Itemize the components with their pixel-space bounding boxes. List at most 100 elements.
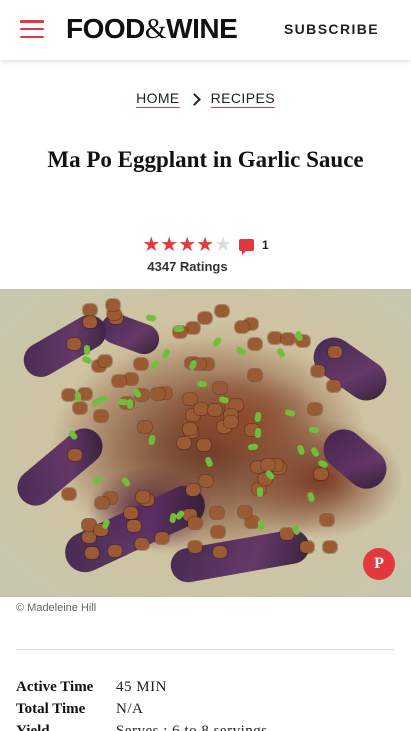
eggplant-piece	[17, 308, 113, 384]
minced-pork	[85, 546, 100, 559]
minced-pork	[126, 520, 141, 533]
minced-pork	[198, 312, 213, 324]
minced-pork	[135, 490, 150, 503]
minced-pork	[83, 316, 98, 329]
subscribe-link[interactable]: SUBSCRIBE	[284, 21, 379, 37]
minced-pork	[134, 538, 149, 551]
minced-pork	[213, 381, 228, 394]
minced-pork	[215, 305, 230, 318]
minced-pork	[322, 541, 337, 554]
minced-pork	[188, 540, 203, 553]
star-rating[interactable]: ★ ★ ★ ★ ★	[142, 235, 232, 255]
divider	[16, 649, 395, 650]
meta-label: Total Time	[16, 701, 86, 717]
minced-pork	[197, 439, 212, 452]
site-logo[interactable]: FOOD&WINE	[66, 13, 238, 46]
minced-pork	[224, 416, 239, 429]
meta-value: 45 MIN	[116, 679, 167, 695]
scallion	[257, 519, 265, 531]
breadcrumb-recipes[interactable]: RECIPES	[210, 90, 275, 108]
scallion	[306, 490, 316, 503]
scallion	[117, 398, 129, 406]
minced-pork	[234, 320, 249, 333]
minced-pork	[73, 402, 88, 415]
minced-pork	[308, 402, 323, 415]
rating-summary: ★ ★ ★ ★ ★ 1	[0, 235, 411, 255]
recipe-photo: P	[0, 289, 411, 597]
star-filled-icon: ★	[196, 234, 215, 256]
comment-count: 1	[262, 238, 269, 252]
minced-pork	[210, 506, 225, 519]
scallion	[247, 443, 259, 451]
scallion	[149, 359, 161, 372]
hamburger-menu-icon[interactable]	[20, 20, 44, 38]
minced-pork	[237, 506, 252, 519]
minced-pork	[150, 388, 165, 401]
scallion	[235, 345, 247, 357]
scallion	[309, 446, 321, 458]
minced-pork	[248, 369, 263, 382]
ratings-count[interactable]: 4347 Ratings	[0, 259, 375, 274]
minced-pork	[124, 506, 139, 519]
minced-pork	[182, 422, 197, 435]
comment-icon	[239, 239, 254, 255]
meta-row-total-time: Total Time N/A	[16, 698, 395, 720]
minced-pork	[260, 458, 275, 471]
scallion	[296, 444, 306, 456]
scallion	[92, 474, 104, 485]
eggplant-piece	[315, 421, 395, 497]
scallion	[211, 336, 223, 349]
recipe-meta: Active Time 45 MIN Total Time N/A Yield …	[16, 676, 395, 731]
star-empty-icon: ★	[214, 234, 232, 256]
minced-pork	[187, 517, 202, 530]
minced-pork	[248, 338, 263, 351]
minced-pork	[98, 354, 113, 367]
meta-value: N/A	[116, 701, 144, 717]
star-filled-icon: ★	[160, 234, 179, 256]
meta-row-active-time: Active Time 45 MIN	[16, 676, 395, 698]
minced-pork	[177, 436, 192, 449]
minced-pork	[95, 497, 110, 510]
scallion	[145, 314, 157, 323]
scallion	[257, 486, 264, 497]
scallion	[161, 348, 172, 361]
minced-pork	[199, 474, 214, 487]
breadcrumb: HOME RECIPES	[0, 90, 411, 108]
star-filled-icon: ★	[178, 234, 197, 256]
minced-pork	[186, 321, 201, 334]
minced-pork	[112, 375, 127, 387]
minced-pork	[82, 304, 97, 317]
minced-pork	[319, 514, 334, 527]
minced-pork	[212, 546, 227, 559]
minced-pork	[107, 545, 122, 558]
minced-pork	[154, 531, 169, 544]
comments-link[interactable]: 1	[239, 238, 269, 255]
minced-pork	[62, 488, 77, 501]
pinterest-icon[interactable]: P	[363, 548, 395, 580]
site-header: FOOD&WINE SUBSCRIBE	[0, 0, 411, 60]
scallion	[148, 434, 157, 446]
chevron-right-icon	[187, 92, 201, 106]
scallion	[275, 347, 286, 359]
scallion	[83, 344, 91, 355]
minced-pork	[68, 449, 83, 462]
minced-pork	[66, 337, 81, 350]
recipe-title: Ma Po Eggplant in Garlic Sauce	[47, 147, 364, 172]
minced-pork	[327, 346, 342, 359]
meta-value: Serves : 6 to 8 servings	[116, 723, 268, 731]
breadcrumb-home[interactable]: HOME	[136, 90, 180, 108]
meta-label: Active Time	[16, 679, 94, 695]
minced-pork	[310, 365, 325, 378]
photo-credit: © Madeleine Hill	[16, 602, 97, 614]
scallion	[284, 409, 296, 418]
minced-pork	[138, 421, 153, 434]
minced-pork	[133, 358, 148, 371]
meta-row-yield: Yield Serves : 6 to 8 servings	[16, 720, 395, 731]
minced-pork	[186, 483, 201, 496]
scallion	[197, 381, 208, 388]
minced-pork	[183, 393, 198, 406]
star-filled-icon: ★	[142, 234, 161, 256]
minced-pork	[211, 525, 226, 538]
scallion	[96, 394, 108, 403]
minced-pork	[193, 402, 208, 415]
